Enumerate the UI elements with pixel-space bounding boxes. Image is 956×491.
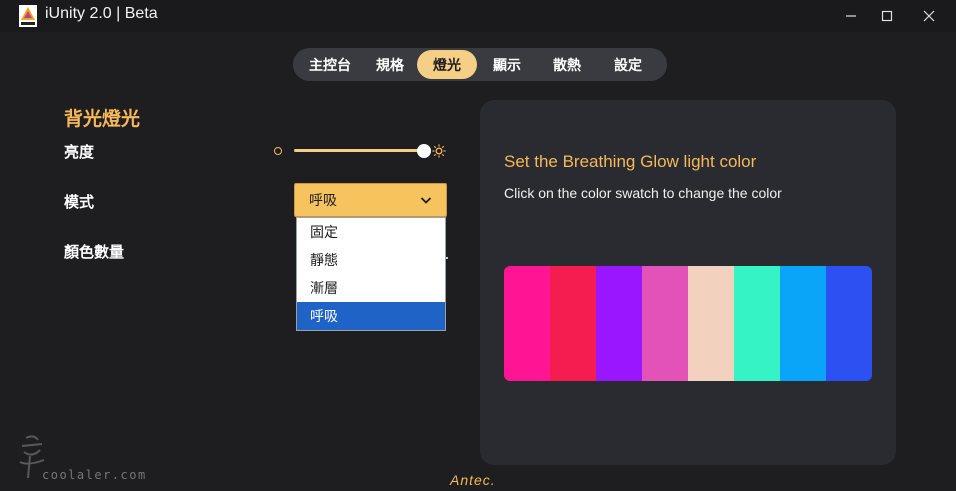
mode-option-breathing[interactable]: 呼吸 xyxy=(297,302,445,330)
app-logo-icon xyxy=(19,5,37,27)
color-settings-card: Set the Breathing Glow light color Click… xyxy=(480,100,896,465)
sun-icon xyxy=(432,144,446,158)
color-swatch-8[interactable] xyxy=(826,266,872,381)
watermark-text: coolaler.com xyxy=(42,468,147,482)
mode-option-gradient[interactable]: 漸層 xyxy=(297,274,445,302)
mode-dropdown-list: 固定 靜態 漸層 呼吸 xyxy=(296,217,446,331)
maximize-button[interactable] xyxy=(864,0,910,32)
brightness-thumb[interactable] xyxy=(417,144,431,158)
color-swatch-3[interactable] xyxy=(596,266,642,381)
tab-dashboard[interactable]: 主控台 xyxy=(297,50,363,79)
brightness-label: 亮度 xyxy=(64,143,95,161)
tab-display[interactable]: 顯示 xyxy=(477,50,537,79)
chevron-down-icon xyxy=(420,197,432,204)
mode-select-value: 呼吸 xyxy=(309,193,337,209)
color-swatch-6[interactable] xyxy=(734,266,780,381)
color-swatch-strip xyxy=(504,266,872,381)
card-title: Set the Breathing Glow light color xyxy=(504,152,757,171)
color-swatch-1[interactable] xyxy=(504,266,550,381)
section-title: 背光燈光 xyxy=(64,108,141,130)
color-swatch-5[interactable] xyxy=(688,266,734,381)
color-count-control-edge xyxy=(446,257,448,259)
color-swatch-2[interactable] xyxy=(550,266,596,381)
brightness-low-icon xyxy=(274,147,282,155)
tab-specs[interactable]: 規格 xyxy=(363,50,417,79)
color-swatch-4[interactable] xyxy=(642,266,688,381)
tab-lighting[interactable]: 燈光 xyxy=(417,50,477,79)
title-bar: iUnity 2.0 | Beta xyxy=(0,0,956,32)
maximize-icon xyxy=(881,10,893,22)
tab-cooling[interactable]: 散熱 xyxy=(537,50,597,79)
mode-option-fixed[interactable]: 固定 xyxy=(297,218,445,246)
color-count-label: 顏色數量 xyxy=(64,243,125,261)
main-tab-bar: 主控台 規格 燈光 顯示 散熱 設定 xyxy=(293,48,667,81)
mode-label: 模式 xyxy=(64,193,95,211)
minimize-icon xyxy=(846,15,856,17)
tab-settings[interactable]: 設定 xyxy=(597,50,659,79)
app-title: iUnity 2.0 | Beta xyxy=(45,5,158,22)
antec-logo: Antec. xyxy=(450,472,496,488)
brightness-slider[interactable] xyxy=(274,143,450,159)
watermark: coolaler.com xyxy=(14,432,164,488)
mode-select[interactable]: 呼吸 xyxy=(294,183,447,217)
color-swatch-7[interactable] xyxy=(780,266,826,381)
card-subtitle: Click on the color swatch to change the … xyxy=(504,185,782,201)
close-icon xyxy=(923,10,935,22)
brightness-track[interactable] xyxy=(294,149,424,152)
mode-option-static[interactable]: 靜態 xyxy=(297,246,445,274)
close-button[interactable] xyxy=(906,0,952,32)
